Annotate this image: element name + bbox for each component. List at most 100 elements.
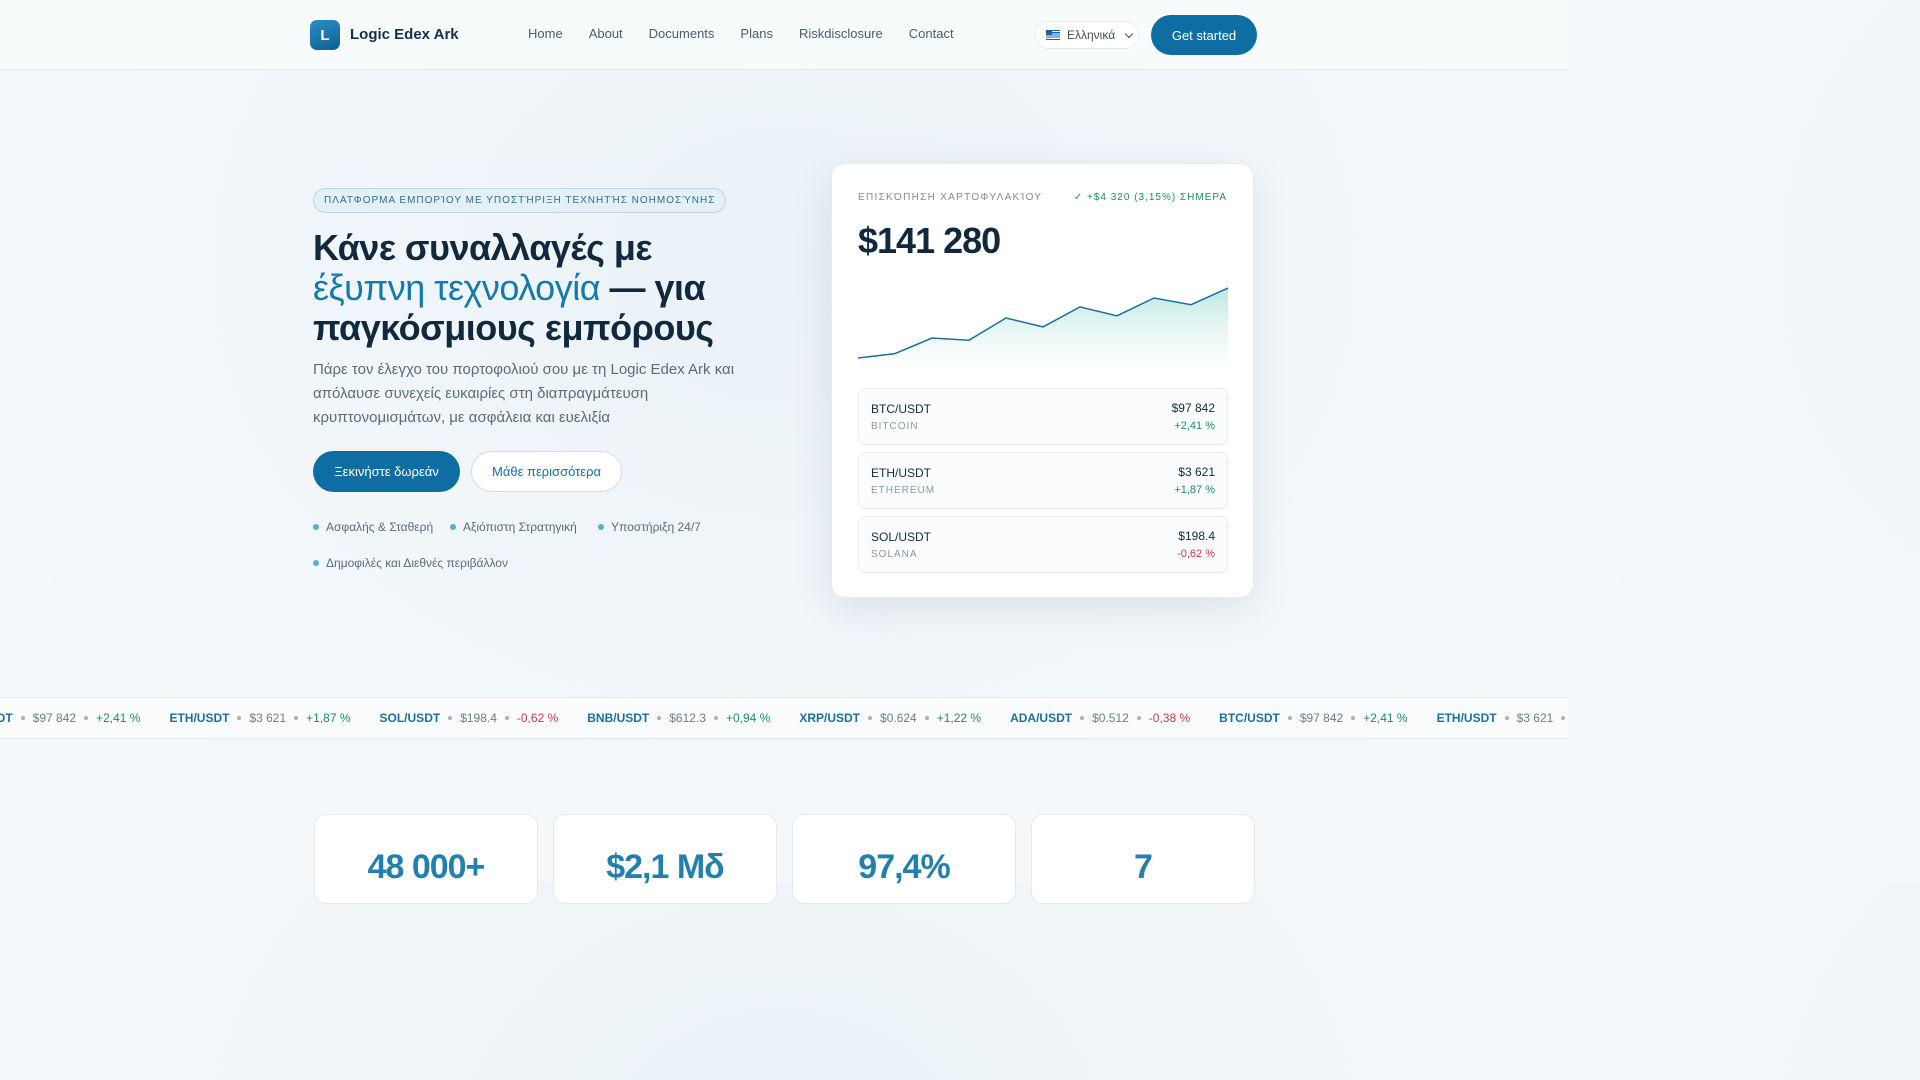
separator-dot-icon (1136, 716, 1141, 720)
get-started-button[interactable]: Get started (1151, 15, 1257, 55)
ticker-symbol: ADA/USDT (1010, 711, 1073, 725)
bullet-dot-icon (450, 524, 456, 530)
main-nav: Home About Documents Plans Riskdisclosur… (528, 26, 954, 41)
feature-label: Υποστήριξη 24/7 (611, 520, 701, 534)
chart-area (858, 288, 1228, 370)
ticker-change: -0,62 % (516, 711, 559, 725)
asset-pair: ETH/USDT (871, 466, 931, 480)
asset-name: ETHEREUM (871, 485, 936, 496)
separator-dot-icon (1351, 716, 1356, 720)
asset-price: $97 842 (1171, 401, 1215, 415)
separator-dot-icon (294, 716, 299, 720)
ticker-change: +1,22 % (936, 711, 982, 725)
portfolio-card: ΕΠΙΣΚΌΠΗΣΗ ΧΑΡΤΟΦΥΛΑΚΊΟΥ ✓ +$4 320 (3,15… (831, 163, 1254, 598)
separator-dot-icon (448, 716, 453, 720)
stat-card: 48 000+ (314, 814, 538, 904)
ticker-item[interactable]: SOL/USDT $198.4 -0,62 % (380, 711, 559, 725)
nav-plans[interactable]: Plans (740, 26, 773, 41)
ticker-change: +2,41 % (1363, 711, 1408, 725)
ticker-item[interactable]: BTC/USDT $97 842 +2,41 % (1219, 711, 1407, 725)
feature-item: Δημοφιλές και Διεθνές περιβάλλον (313, 556, 508, 570)
ticker-price: $612.3 (669, 711, 706, 725)
ticker-item[interactable]: BNB/USDT $612.3 +0,94 % (587, 711, 770, 725)
bullet-dot-icon (313, 560, 319, 566)
start-free-button[interactable]: Ξεκινήστε δωρεάν (313, 451, 460, 492)
feature-item: Αξιόπιστη Στρατηγική (450, 520, 577, 534)
site-header: L Logic Edex Ark Home About Documents Pl… (0, 0, 1568, 70)
portfolio-label: ΕΠΙΣΚΌΠΗΣΗ ΧΑΡΤΟΦΥΛΑΚΊΟΥ (858, 192, 1043, 203)
separator-dot-icon (657, 716, 662, 720)
ticker-symbol: ETH/USDT (169, 711, 230, 725)
asset-change: +2,41 % (1174, 420, 1215, 432)
greek-flag-icon (1046, 30, 1060, 40)
separator-dot-icon (237, 716, 242, 720)
ticker-symbol: ETH/USDT (1436, 711, 1497, 725)
hero-title-accent: έξυπνη τεχνολογία (313, 267, 601, 308)
separator-dot-icon (1287, 716, 1292, 720)
hero-lead: Πάρε τον έλεγχο του πορτοφολιού σου με τ… (313, 361, 735, 426)
nav-documents[interactable]: Documents (649, 26, 715, 41)
nav-riskdisclosure[interactable]: Riskdisclosure (799, 26, 883, 41)
portfolio-daily-change: ✓ +$4 320 (3,15%) ΣΗΜΕΡΑ (1073, 192, 1227, 203)
ticker-price: $3 621 (1516, 711, 1554, 725)
learn-more-button[interactable]: Μάθε περισσότερα (471, 451, 622, 492)
feature-item: Ασφαλής & Σταθερή (313, 520, 433, 534)
ticker-track: BTC/USDT $97 842 +2,41 % ETH/USDT $3 621 +1,8… (0, 711, 1568, 725)
nav-about[interactable]: About (589, 26, 623, 41)
ticker-symbol: XRP/USDT (799, 711, 861, 725)
feature-label: Δημοφιλές και Διεθνές περιβάλλον (326, 556, 508, 570)
asset-name: SOLANA (871, 549, 918, 560)
separator-dot-icon (504, 716, 509, 720)
asset-change: +1,87 % (1174, 484, 1215, 496)
nav-contact[interactable]: Contact (909, 26, 954, 41)
chevron-down-icon (1124, 29, 1134, 38)
asset-change: -0,62 % (1177, 548, 1215, 560)
bullet-dot-icon (598, 524, 604, 530)
separator-dot-icon (1504, 716, 1509, 720)
ticker-price: $97 842 (1299, 711, 1344, 725)
ticker-change: -0,38 % (1148, 711, 1191, 725)
ticker-change: +1,87 % (306, 711, 351, 725)
brand-name[interactable]: Logic Edex Ark (350, 26, 459, 43)
hero-title: Κάνε συναλλαγές με έξυπνη τεχνολογία — γ… (313, 228, 773, 348)
asset-pair: SOL/USDT (871, 530, 932, 544)
language-selector[interactable]: Ελληνικά (1034, 21, 1139, 49)
asset-row-eth[interactable]: ETH/USDT ETHEREUM $3 621 +1,87 % (858, 452, 1228, 509)
asset-name: BITCOIN (871, 421, 919, 432)
stat-card: 7 (1031, 814, 1255, 904)
separator-dot-icon (868, 716, 873, 720)
ticker-symbol: BTC/USDT (1219, 711, 1280, 725)
ticker-item[interactable]: XRP/USDT $0.624 +1,22 % (799, 711, 981, 725)
ticker-symbol: BTC/USDT (0, 711, 13, 725)
hero-badge: ΠΛΑΤΦΟΡΜΑ ΕΜΠΟΡΊΟΥ ΜΕ ΥΠΟΣΤΉΡΙΞΗ ΤΕΧΝΗΤΉ… (313, 188, 727, 213)
stat-card: 97,4% (792, 814, 1016, 904)
asset-pair: BTC/USDT (871, 402, 931, 416)
feature-label: Ασφαλής & Σταθερή (326, 520, 434, 534)
ticker-item[interactable]: ETH/USDT$3 621+1,87 % (1437, 711, 1568, 725)
price-ticker: BTC/USDT $97 842 +2,41 % ETH/USDT $3 621 +1,8… (0, 697, 1568, 739)
separator-dot-icon (1561, 716, 1566, 720)
language-label: Ελληνικά (1067, 28, 1116, 42)
stat-value: $2,1 Μδ (606, 848, 725, 886)
asset-price: $3 621 (1178, 465, 1215, 479)
asset-row-sol[interactable]: SOL/USDT SOLANA $198.4 -0,62 % (858, 516, 1228, 573)
separator-dot-icon (713, 716, 718, 720)
logo-icon[interactable]: L (310, 20, 340, 50)
ticker-price: $0.512 (1092, 711, 1129, 725)
ticker-symbol: BNB/USDT (587, 711, 650, 725)
asset-row-btc[interactable]: BTC/USDT BITCOIN $97 842 +2,41 % (858, 388, 1228, 445)
asset-price: $198.4 (1178, 529, 1215, 543)
ticker-price: $3 621 (249, 711, 287, 725)
feature-item: Υποστήριξη 24/7 (598, 520, 701, 534)
portfolio-value: $141 280 (858, 220, 1001, 261)
stat-value: 48 000+ (367, 848, 486, 886)
ticker-item[interactable]: ETH/USDT $3 621 +1,87 % (169, 711, 350, 725)
stat-card: $2,1 Μδ (553, 814, 777, 904)
ticker-item[interactable]: BTC/USDT $97 842 +2,41 % (0, 711, 140, 725)
separator-dot-icon (1080, 716, 1085, 720)
nav-home[interactable]: Home (528, 26, 563, 41)
bullet-dot-icon (313, 524, 319, 530)
separator-dot-icon (924, 716, 929, 720)
ticker-price: $97 842 (32, 711, 77, 725)
ticker-item[interactable]: ADA/USDT $0.512 -0,38 % (1010, 711, 1190, 725)
